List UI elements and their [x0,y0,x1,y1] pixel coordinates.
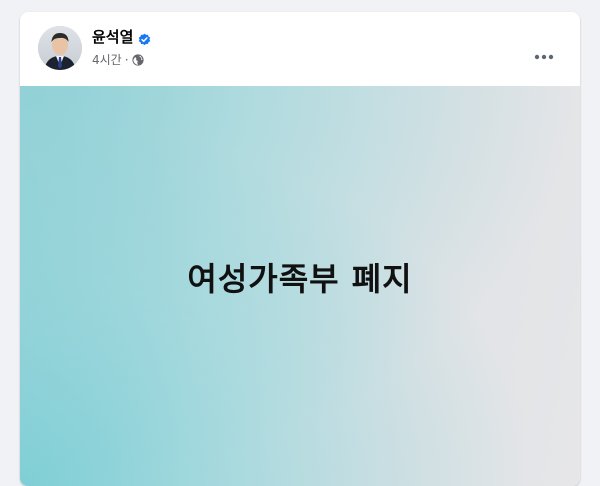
meta-separator: · [124,53,129,67]
post-card: 윤석열 4시간 · 여성가족부 폐지 [20,12,580,486]
more-options-button[interactable] [528,36,560,60]
globe-icon[interactable] [131,54,144,66]
post-header: 윤석열 4시간 · [20,12,580,78]
author-line: 윤석열 [92,26,151,48]
author-avatar[interactable] [38,26,82,70]
avatar-portrait [38,26,82,70]
verified-badge-icon [138,31,151,45]
post-meta: 4시간 · [92,52,144,68]
post-body-text: 여성가족부 폐지 [187,260,413,298]
post-timestamp[interactable]: 4시간 [92,52,122,68]
author-name[interactable]: 윤석열 [92,27,133,47]
more-options-icon [534,45,554,60]
post-text-background[interactable]: 여성가족부 폐지 [20,86,580,486]
